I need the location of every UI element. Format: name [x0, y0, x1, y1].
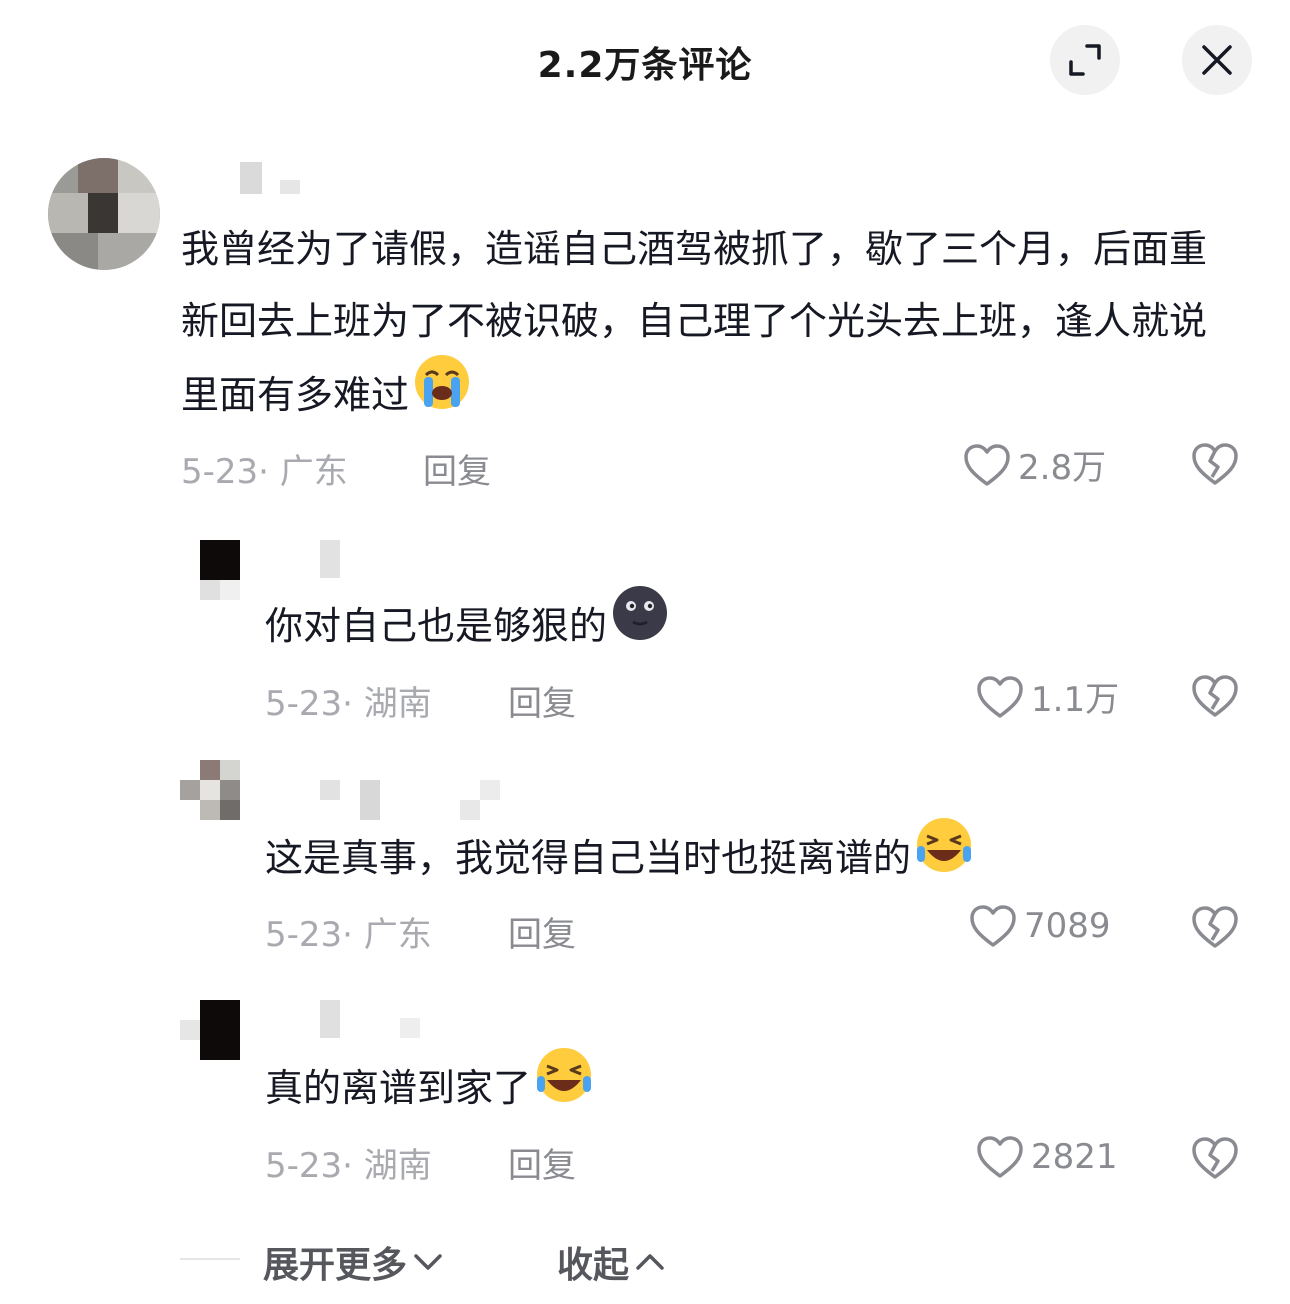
loudly-crying-face-icon — [413, 353, 471, 434]
comment-text: 这是真事，我觉得自己当时也挺离谱的 — [265, 818, 1165, 901]
heart-icon — [977, 1136, 1023, 1178]
dislike-button[interactable] — [1190, 441, 1240, 491]
comment-meta: 5-23· 湖南 — [265, 1146, 432, 1186]
broken-heart-icon — [1192, 443, 1238, 485]
broken-heart-icon — [1192, 675, 1238, 717]
dislike-button[interactable] — [1190, 673, 1240, 723]
reply-button[interactable]: 回复 — [508, 676, 576, 725]
like-button[interactable]: 2.8万 — [962, 440, 1106, 489]
comment-text-content: 这是真事，我觉得自己当时也挺离谱的 — [265, 836, 912, 880]
like-count: 2821 — [1031, 1137, 1118, 1177]
comment-meta: 5-23· 湖南 — [265, 684, 432, 724]
reply-button[interactable]: 回复 — [423, 444, 491, 493]
new-moon-face-icon — [611, 584, 669, 665]
avatar[interactable] — [200, 540, 240, 600]
comment-meta: 5-23· 广东 — [181, 452, 348, 492]
close-icon — [1202, 45, 1232, 75]
like-count: 7089 — [1024, 906, 1111, 946]
heart-icon — [970, 905, 1016, 947]
like-button[interactable]: 7089 — [968, 903, 1111, 949]
like-count: 2.8万 — [1018, 448, 1107, 488]
broken-heart-icon — [1192, 1137, 1238, 1179]
rofl-face-icon — [535, 1046, 593, 1127]
comment-text-content: 真的离谱到家了 — [265, 1066, 532, 1110]
reply-button[interactable]: 回复 — [508, 1138, 576, 1187]
username[interactable] — [320, 780, 520, 820]
expand-more-label: 展开更多 — [263, 1245, 408, 1286]
rofl-face-icon — [915, 816, 973, 897]
broken-heart-icon — [1192, 906, 1238, 948]
expand-more-button[interactable]: 展开更多 — [263, 1236, 443, 1288]
chevron-up-icon — [636, 1254, 664, 1270]
like-button[interactable]: 2821 — [975, 1134, 1118, 1180]
username[interactable] — [300, 540, 360, 578]
avatar[interactable] — [180, 1000, 240, 1060]
comment-text: 真的离谱到家了 — [265, 1048, 1165, 1131]
comment-text: 我曾经为了请假，造谣自己酒驾被抓了，歇了三个月，后面重新回去上班为了不被识破，自… — [181, 213, 1241, 438]
comment-text-content: 我曾经为了请假，造谣自己酒驾被抓了，歇了三个月，后面重新回去上班为了不被识破，自… — [181, 227, 1208, 417]
divider-line — [180, 1258, 240, 1260]
like-count: 1.1万 — [1031, 680, 1120, 720]
heart-icon — [964, 443, 1010, 486]
expand-button[interactable] — [1050, 25, 1120, 95]
expand-icon — [1069, 44, 1101, 76]
comment-text: 你对自己也是够狠的 — [265, 586, 1165, 669]
reply-button[interactable]: 回复 — [508, 907, 576, 956]
collapse-label: 收起 — [557, 1245, 630, 1286]
comment-text-content: 你对自己也是够狠的 — [265, 604, 608, 648]
heart-icon — [977, 675, 1023, 718]
avatar[interactable] — [48, 158, 160, 270]
close-button[interactable] — [1182, 25, 1252, 95]
comment-meta: 5-23· 广东 — [265, 915, 432, 955]
username[interactable] — [240, 162, 310, 198]
chevron-down-icon — [414, 1254, 442, 1270]
username[interactable] — [320, 1000, 500, 1038]
avatar[interactable] — [180, 760, 240, 820]
dislike-button[interactable] — [1190, 1135, 1240, 1185]
dislike-button[interactable] — [1190, 904, 1240, 954]
like-button[interactable]: 1.1万 — [975, 672, 1119, 721]
collapse-button[interactable]: 收起 — [557, 1236, 665, 1288]
